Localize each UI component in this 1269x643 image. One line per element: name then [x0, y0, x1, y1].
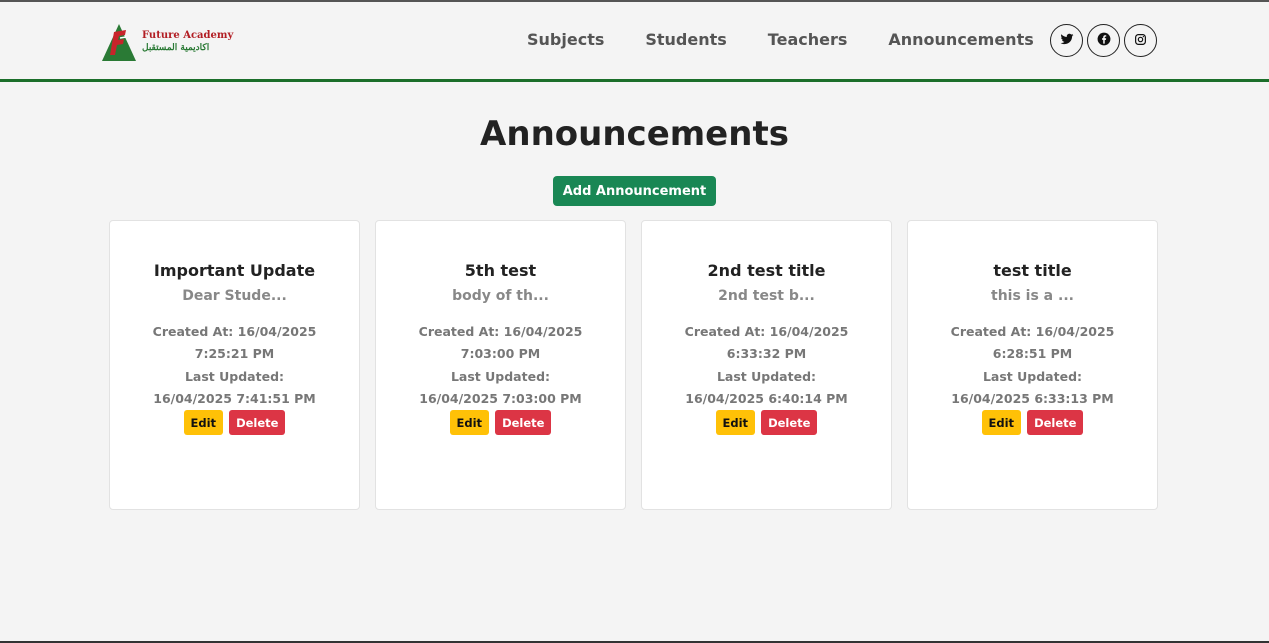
- announcement-card: 2nd test title 2nd test b... Created At:…: [641, 220, 892, 510]
- main-nav: Subjects Students Teachers Announcements: [527, 30, 1034, 49]
- delete-button[interactable]: Delete: [495, 410, 552, 436]
- nav-link-teachers[interactable]: Teachers: [768, 30, 848, 49]
- announcement-card: 5th test body of th... Created At: 16/04…: [375, 220, 626, 510]
- announcement-card: test title this is a ... Created At: 16/…: [907, 220, 1158, 510]
- announcement-title: test title: [993, 261, 1072, 280]
- delete-button[interactable]: Delete: [761, 410, 818, 436]
- last-updated-label: Last Updated:: [184, 368, 285, 384]
- twitter-icon: [1060, 31, 1074, 50]
- brand-logo[interactable]: Future Academy اكاديمية المستقبل: [100, 22, 233, 62]
- created-time: 6:28:51 PM: [992, 346, 1073, 362]
- navbar: Future Academy اكاديمية المستقبل Subject…: [0, 2, 1269, 82]
- announcement-meta: Created At: 16/04/2025 7:03:00 PM Last U…: [376, 321, 625, 410]
- edit-button[interactable]: Edit: [449, 410, 490, 436]
- announcement-body: body of th...: [452, 288, 549, 304]
- announcement-title: 2nd test title: [707, 261, 826, 280]
- created-time: 7:03:00 PM: [460, 346, 541, 362]
- twitter-link[interactable]: [1050, 24, 1083, 57]
- brand-name-ar: اكاديمية المستقبل: [142, 43, 210, 53]
- announcement-list: Important Update Dear Stude... Created A…: [109, 220, 1158, 510]
- nav-link-subjects[interactable]: Subjects: [527, 30, 604, 49]
- facebook-link[interactable]: [1087, 24, 1120, 57]
- instagram-link[interactable]: [1124, 24, 1157, 57]
- announcement-body: 2nd test b...: [718, 288, 815, 304]
- card-actions: Edit Delete: [908, 410, 1157, 436]
- future-academy-logo-icon: [100, 22, 138, 62]
- delete-button[interactable]: Delete: [1027, 410, 1084, 436]
- announcement-title: 5th test: [464, 261, 537, 280]
- last-updated: 16/04/2025 6:33:13 PM: [951, 390, 1114, 406]
- created-time: 6:33:32 PM: [726, 346, 807, 362]
- nav-link-announcements[interactable]: Announcements: [888, 30, 1033, 49]
- last-updated: 16/04/2025 7:03:00 PM: [419, 390, 582, 406]
- add-announcement-button[interactable]: Add Announcement: [553, 176, 716, 206]
- announcement-meta: Created At: 16/04/2025 7:25:21 PM Last U…: [110, 321, 359, 410]
- edit-button[interactable]: Edit: [981, 410, 1022, 436]
- created-at: Created At: 16/04/2025: [152, 324, 317, 339]
- last-updated: 16/04/2025 7:41:51 PM: [153, 390, 316, 406]
- page-title: Announcements: [480, 114, 789, 154]
- announcement-meta: Created At: 16/04/2025 6:33:32 PM Last U…: [642, 321, 891, 410]
- last-updated-label: Last Updated:: [450, 368, 551, 384]
- announcement-body: this is a ...: [991, 288, 1074, 304]
- announcement-title: Important Update: [153, 261, 316, 280]
- facebook-icon: [1097, 31, 1111, 50]
- delete-button[interactable]: Delete: [229, 410, 286, 436]
- announcement-body: Dear Stude...: [182, 288, 287, 304]
- nav-link-students[interactable]: Students: [645, 30, 726, 49]
- announcement-meta: Created At: 16/04/2025 6:28:51 PM Last U…: [908, 321, 1157, 410]
- created-at: Created At: 16/04/2025: [418, 324, 583, 339]
- created-time: 7:25:21 PM: [194, 346, 275, 362]
- social-links: [1050, 24, 1157, 57]
- announcement-card: Important Update Dear Stude... Created A…: [109, 220, 360, 510]
- created-at: Created At: 16/04/2025: [684, 324, 849, 339]
- last-updated-label: Last Updated:: [982, 368, 1083, 384]
- card-actions: Edit Delete: [376, 410, 625, 436]
- instagram-icon: [1134, 31, 1147, 50]
- brand-name-en: Future Academy: [142, 30, 234, 41]
- card-actions: Edit Delete: [110, 410, 359, 436]
- last-updated: 16/04/2025 6:40:14 PM: [685, 390, 848, 406]
- edit-button[interactable]: Edit: [183, 410, 224, 436]
- last-updated-label: Last Updated:: [716, 368, 817, 384]
- edit-button[interactable]: Edit: [715, 410, 756, 436]
- card-actions: Edit Delete: [642, 410, 891, 436]
- created-at: Created At: 16/04/2025: [950, 324, 1115, 339]
